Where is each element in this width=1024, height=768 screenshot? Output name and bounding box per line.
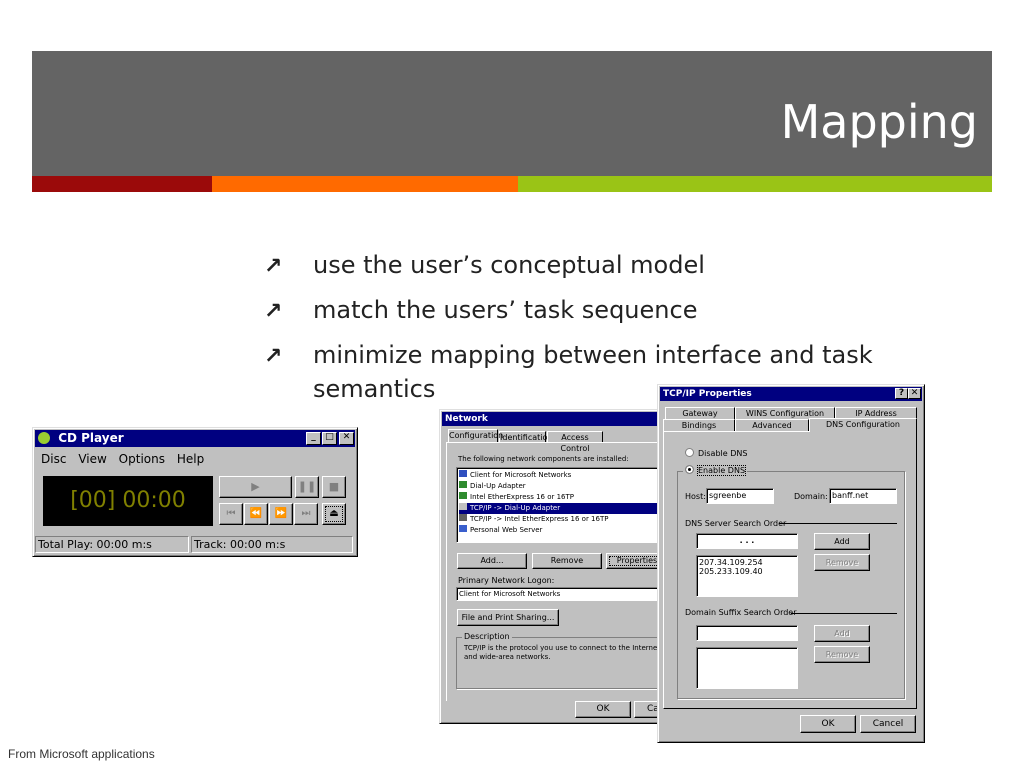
adapter-icon	[459, 481, 467, 488]
ok-button[interactable]: OK	[800, 715, 856, 733]
description-label: Description	[462, 632, 512, 641]
cd-menu-bar: Disc View Options Help	[41, 452, 213, 466]
minimize-icon[interactable]: _	[306, 432, 321, 445]
menu-view[interactable]: View	[78, 452, 106, 466]
host-input[interactable]: sgreenbe	[706, 488, 774, 504]
tab-bindings[interactable]: Bindings	[663, 419, 735, 431]
bullet-text: match the users’ task sequence	[313, 296, 698, 324]
list-item-selected[interactable]: TCP/IP -> Dial-Up Adapter	[459, 503, 668, 514]
disable-dns-radio[interactable]: Disable DNS	[685, 448, 747, 458]
status-total-play: Total Play: 00:00 m:s	[35, 536, 189, 553]
list-item[interactable]: Dial-Up Adapter	[459, 481, 668, 492]
domain-input[interactable]: banff.net	[829, 488, 897, 504]
fast-forward-button[interactable]: ⏩	[269, 503, 293, 525]
cd-icon	[38, 432, 50, 444]
divider	[779, 523, 897, 524]
dns-remove-button[interactable]: Remove	[814, 554, 870, 571]
list-item[interactable]: TCP/IP -> Intel EtherExpress 16 or 16TP	[459, 514, 668, 525]
tab-gateway[interactable]: Gateway	[665, 407, 735, 419]
bullet-item: ↗ use the user’s conceptual model	[262, 248, 942, 282]
cd-player-window: CD Player _ □ ✕ Disc View Options Help […	[32, 427, 358, 557]
pause-button[interactable]: ❚❚	[295, 476, 319, 498]
file-print-sharing-button[interactable]: File and Print Sharing...	[457, 609, 559, 626]
cd-player-titlebar[interactable]: CD Player _ □ ✕	[35, 430, 355, 447]
maximize-icon[interactable]: □	[322, 432, 337, 445]
network-dialog: Network Configuration Identification Acc…	[439, 409, 675, 724]
suffix-remove-button[interactable]: Remove	[814, 646, 870, 663]
suffix-order-label: Domain Suffix Search Order	[685, 608, 797, 617]
adapter-icon	[459, 492, 467, 499]
remove-button[interactable]: Remove	[532, 553, 602, 569]
tab-advanced[interactable]: Advanced	[735, 419, 809, 431]
tab-configuration[interactable]: Configuration	[448, 429, 503, 442]
tab-access-control[interactable]: Access Control	[547, 431, 603, 453]
status-track: Track: 00:00 m:s	[191, 536, 353, 553]
close-icon[interactable]: ✕	[908, 388, 921, 399]
client-icon	[459, 470, 467, 477]
dns-ip-input[interactable]: . . .	[696, 533, 798, 549]
help-icon[interactable]: ?	[895, 388, 908, 399]
source-credit: From Microsoft applications	[8, 747, 155, 761]
accent-stripe-green	[518, 176, 992, 192]
close-icon[interactable]: ✕	[339, 432, 354, 445]
eject-button[interactable]: ⏏	[322, 503, 346, 525]
list-item[interactable]: 207.34.109.254	[699, 558, 795, 567]
stop-button[interactable]: ■	[322, 476, 346, 498]
accent-stripe-red	[32, 176, 212, 192]
list-item[interactable]: Intel EtherExpress 16 or 16TP	[459, 492, 668, 503]
domain-label: Domain:	[794, 492, 828, 501]
list-item[interactable]: Personal Web Server	[459, 525, 668, 536]
tcpip-titlebar[interactable]: TCP/IP Properties ? ✕	[660, 387, 922, 401]
arrow-up-right-icon: ↗	[264, 344, 283, 369]
ok-button[interactable]: OK	[575, 701, 631, 718]
list-item[interactable]: Client for Microsoft Networks	[459, 470, 668, 481]
network-titlebar[interactable]: Network	[442, 412, 666, 426]
arrow-up-right-icon: ↗	[264, 299, 283, 324]
protocol-icon	[459, 503, 467, 510]
window-title: TCP/IP Properties	[663, 389, 752, 399]
suffix-add-button[interactable]: Add	[814, 625, 870, 642]
suffix-input[interactable]	[696, 625, 798, 641]
list-item[interactable]: 205.233.109.40	[699, 567, 795, 576]
radio-empty-icon	[685, 448, 694, 457]
logon-label: Primary Network Logon:	[458, 576, 555, 585]
logon-select[interactable]: Client for Microsoft Networks	[456, 587, 671, 601]
enable-dns-radio[interactable]: Enable DNS	[683, 465, 748, 476]
slide-title: Mapping	[780, 95, 978, 149]
tcpip-properties-dialog: TCP/IP Properties ? ✕ Gateway WINS Confi…	[657, 384, 925, 743]
dns-order-label: DNS Server Search Order	[685, 519, 787, 528]
suffix-list	[696, 647, 798, 689]
accent-stripe-orange	[212, 176, 518, 192]
bullet-item: ↗ match the users’ task sequence	[262, 293, 942, 327]
menu-disc[interactable]: Disc	[41, 452, 66, 466]
protocol-icon	[459, 514, 467, 521]
components-list: Client for Microsoft Networks Dial-Up Ad…	[456, 467, 671, 543]
rewind-button[interactable]: ⏪	[244, 503, 268, 525]
time-display: [00] 00:00	[43, 476, 213, 526]
window-title: CD Player	[58, 431, 124, 445]
divider	[791, 613, 897, 614]
dns-server-list: 207.34.109.254 205.233.109.40	[696, 555, 798, 597]
add-button[interactable]: Add...	[457, 553, 527, 569]
play-button[interactable]: ▶	[219, 476, 292, 498]
arrow-up-right-icon: ↗	[264, 254, 283, 279]
host-label: Host:	[685, 492, 706, 501]
next-track-button[interactable]: ⏭	[294, 503, 318, 525]
prev-track-button[interactable]: ⏮	[219, 503, 243, 525]
tab-identification[interactable]: Identification	[499, 431, 552, 442]
tab-dns-configuration[interactable]: DNS Configuration	[809, 418, 917, 432]
bullet-text: use the user’s conceptual model	[313, 251, 705, 279]
components-label: The following network components are ins…	[458, 455, 629, 463]
description-text: TCP/IP is the protocol you use to connec…	[464, 644, 660, 661]
dns-add-button[interactable]: Add	[814, 533, 870, 550]
accent-stripes	[32, 176, 992, 192]
cancel-button[interactable]: Cancel	[860, 715, 916, 733]
menu-options[interactable]: Options	[119, 452, 165, 466]
window-title: Network	[445, 414, 488, 424]
server-icon	[459, 525, 467, 532]
menu-help[interactable]: Help	[177, 452, 204, 466]
radio-selected-icon	[685, 465, 694, 474]
slide-header: Mapping	[32, 51, 992, 176]
